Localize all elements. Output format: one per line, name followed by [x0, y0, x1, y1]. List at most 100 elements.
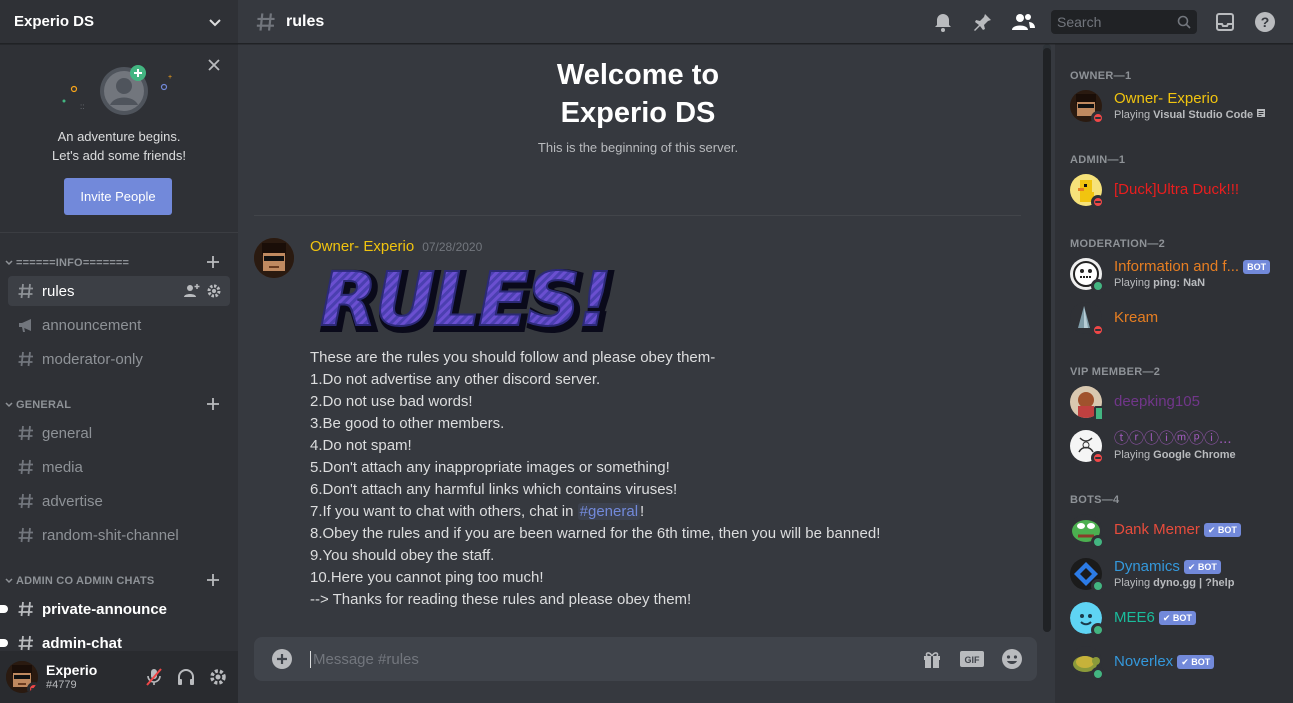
- member-item[interactable]: Information and f... BOT Playing ping: Na…: [1063, 252, 1287, 296]
- search-box[interactable]: [1051, 10, 1197, 34]
- gear-icon[interactable]: [206, 283, 222, 299]
- member-activity: Playing Google Chrome: [1114, 448, 1236, 462]
- message-line: 10.Here you cannot ping too much!: [310, 569, 544, 586]
- message-content: These are the rules you should follow an…: [310, 347, 1030, 611]
- status-online-icon: [1091, 667, 1105, 681]
- channel-header: rules ?: [238, 0, 1293, 44]
- member-info: Kream: [1114, 309, 1158, 327]
- close-icon[interactable]: [206, 57, 222, 73]
- activity-name: ping: NaN: [1153, 277, 1206, 289]
- channel-private-announce[interactable]: private-announce: [0, 594, 230, 624]
- channel-media[interactable]: media: [8, 452, 230, 482]
- chevron-down-icon: [5, 578, 13, 584]
- status-mobile-icon: [1094, 406, 1104, 421]
- message-text: !: [640, 503, 645, 520]
- add-channel-icon[interactable]: [206, 255, 220, 269]
- member-item[interactable]: Noverlex ✔ BOT: [1063, 640, 1287, 684]
- inbox-icon[interactable]: [1213, 10, 1237, 34]
- category-info[interactable]: ======INFO=======: [0, 254, 238, 272]
- category-admin-chats[interactable]: ADMIN CO ADMIN CHATS: [0, 572, 238, 590]
- hash-icon: [16, 281, 36, 301]
- add-member-icon[interactable]: [184, 283, 200, 299]
- channel-announcement[interactable]: announcement: [8, 310, 230, 340]
- gift-icon[interactable]: [919, 647, 945, 671]
- channel-mention-link[interactable]: #general: [577, 503, 641, 520]
- avatar: [1070, 430, 1105, 465]
- avatar[interactable]: [6, 661, 38, 693]
- help-icon[interactable]: ?: [1253, 10, 1277, 34]
- channel-moderator-only[interactable]: moderator-only: [8, 344, 230, 374]
- hash-icon: [16, 491, 36, 511]
- channel-advertise[interactable]: advertise: [8, 486, 230, 516]
- member-group-heading: VIP MEMBER—2: [1070, 366, 1161, 378]
- channel-title: rules: [286, 12, 325, 30]
- invite-message: An adventure begins. Let's add some frie…: [0, 127, 238, 165]
- members-icon[interactable]: [1011, 10, 1035, 34]
- message-input[interactable]: [310, 650, 919, 668]
- message-text: 7.If you want to chat with others, chat …: [310, 503, 578, 520]
- member-name: Information and f... BOT: [1114, 258, 1271, 276]
- welcome-title: Welcome to Experio DS: [238, 56, 1038, 132]
- invite-people-button[interactable]: Invite People: [64, 178, 172, 215]
- member-info: Information and f... BOT Playing ping: Na…: [1114, 258, 1271, 290]
- member-item[interactable]: MEE6 ✔ BOT: [1063, 596, 1287, 640]
- search-input[interactable]: [1057, 14, 1167, 30]
- playing-prefix: Playing: [1114, 449, 1154, 461]
- gif-icon[interactable]: GIF: [959, 647, 985, 671]
- member-item[interactable]: Dynamics ✔ BOT Playing dyno.gg | ?help: [1063, 552, 1287, 596]
- welcome-subtitle: This is the beginning of this server.: [537, 140, 739, 155]
- chat-area: rules ? Welcome to Experio DS This is th…: [238, 0, 1293, 703]
- add-channel-icon[interactable]: [206, 573, 220, 587]
- pin-icon[interactable]: [971, 10, 995, 34]
- channel-random-shit-channel[interactable]: random-shit-channel: [8, 520, 230, 550]
- member-name-text: Noverlex: [1114, 653, 1174, 670]
- message-line: --> Thanks for reading these rules and p…: [310, 591, 692, 608]
- mic-muted-icon[interactable]: [144, 667, 164, 687]
- hash-icon: [16, 349, 36, 369]
- rules-banner-image[interactable]: RULES! RULES!: [310, 262, 620, 338]
- add-channel-icon[interactable]: [206, 397, 220, 411]
- invite-line-1: An adventure begins.: [57, 129, 181, 144]
- message-line: 8.Obey the rules and if you are been war…: [310, 525, 881, 542]
- category-label: ======INFO=======: [16, 257, 130, 269]
- user-info: Experio #4779: [46, 662, 97, 692]
- avatar: [1070, 646, 1105, 681]
- bell-icon[interactable]: [931, 10, 955, 34]
- avatar: [1070, 602, 1105, 637]
- svg-text:+: +: [168, 74, 172, 81]
- member-item[interactable]: Dank Memer ✔ BOT: [1063, 508, 1287, 552]
- scrollbar-thumb[interactable]: [1043, 48, 1051, 632]
- message-line-7: 7.If you want to chat with others, chat …: [310, 501, 1030, 523]
- message-header: Owner- Experio 07/28/2020: [310, 238, 482, 255]
- channel-rules[interactable]: rules: [8, 276, 230, 306]
- member-item[interactable]: Kream: [1063, 296, 1287, 340]
- avatar: [1070, 90, 1105, 125]
- headphones-icon[interactable]: [176, 667, 196, 687]
- member-group-heading: MODERATION—2: [1070, 238, 1166, 250]
- status-online-icon: [1091, 623, 1105, 637]
- bot-badge-label: BOT: [1191, 657, 1211, 667]
- bot-badge: ✔ BOT: [1158, 611, 1196, 625]
- server-header[interactable]: Experio DS: [0, 0, 238, 44]
- svg-text:?: ?: [1261, 14, 1270, 30]
- avatar: [1070, 558, 1105, 593]
- message-author[interactable]: Owner- Experio: [310, 238, 414, 255]
- unread-indicator: [0, 639, 8, 647]
- channel-general[interactable]: general: [8, 418, 230, 448]
- member-item[interactable]: ⓣⓡⓛⓘⓜⓟⓘ... Playing Google Chrome: [1063, 424, 1287, 468]
- member-name-text: MEE6: [1114, 609, 1155, 626]
- member-item[interactable]: [Duck]Ultra Duck!!!: [1063, 168, 1287, 212]
- activity-name: dyno.gg | ?help: [1153, 577, 1235, 589]
- channel-name: moderator-only: [42, 350, 143, 368]
- member-item[interactable]: Owner- Experio Playing Visual Studio Cod…: [1063, 84, 1287, 128]
- add-attachment-icon[interactable]: [270, 647, 294, 671]
- avatar[interactable]: [254, 238, 294, 278]
- avatar: [1070, 386, 1104, 421]
- channel-sidebar: Experio DS :: + An adventure begins. Let…: [0, 0, 238, 703]
- emoji-icon[interactable]: [999, 647, 1025, 671]
- chat-scrollbar[interactable]: [1041, 44, 1051, 632]
- category-general[interactable]: GENERAL: [0, 396, 238, 414]
- member-item[interactable]: deepking105: [1063, 380, 1287, 424]
- member-group-heading: ADMIN—1: [1070, 154, 1126, 166]
- gear-icon[interactable]: [208, 667, 228, 687]
